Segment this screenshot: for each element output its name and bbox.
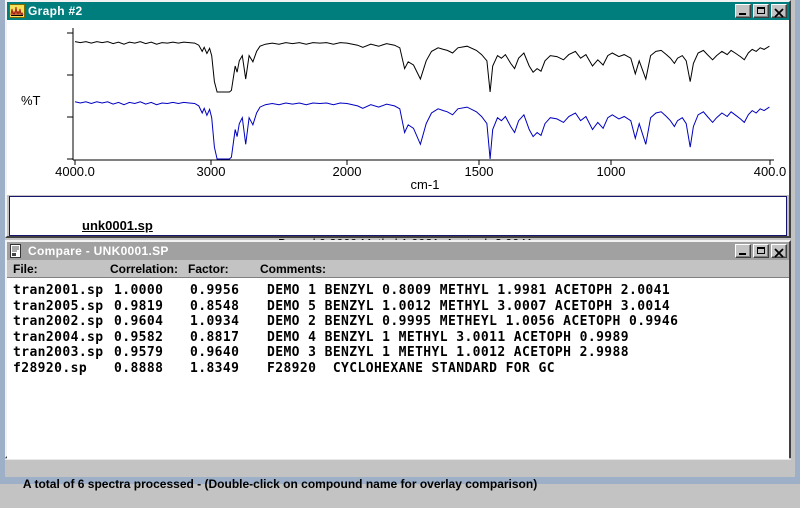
compare-row[interactable]: tran2003.sp 0.9579 0.9640 DEMO 3 BENZYL … [7,345,789,361]
compare-window-controls [735,244,787,258]
spectrum-chart-icon [9,4,25,18]
compare-row-factor: 1.0934 [190,314,239,329]
compare-row-correlation: 0.9819 [114,299,163,314]
compare-row[interactable]: tran2004.sp 0.9582 0.8817 DEMO 4 BENZYL … [7,330,789,346]
status-text: A total of 6 spectra processed - (Double… [23,477,537,491]
compare-row-correlation: 1.0000 [114,283,163,298]
graph-window-titlebar[interactable]: Graph #2 [7,2,789,20]
y-axis-label: %T [21,93,41,108]
x-tick-label: 1000 [597,164,626,179]
graph-window-title: Graph #2 [28,4,732,18]
status-bar: A total of 6 spectra processed - (Double… [5,459,791,476]
maximize-icon [757,247,765,254]
compare-close-button[interactable] [771,244,787,258]
x-tick-label: 2000 [333,164,362,179]
compare-row-factor: 1.8349 [190,361,239,376]
x-tick-label: 400.0 [754,164,787,179]
graph-window: Graph #2 [5,0,791,238]
compare-row-factor: 0.9956 [190,283,239,298]
close-icon [774,246,784,261]
compare-row[interactable]: tran2002.sp 0.9604 1.0934 DEMO 2 BENZYL … [7,314,789,330]
compare-minimize-button[interactable] [735,244,751,258]
compare-row-file[interactable]: tran2005.sp [13,299,104,314]
compare-row-correlation: 0.9579 [114,345,163,360]
maximize-icon [757,7,765,14]
column-header-file: File: [13,262,38,276]
compare-row-factor: 0.8817 [190,330,239,345]
compare-row-file[interactable]: tran2004.sp [13,330,104,345]
compare-row-comments: DEMO 1 BENZYL 0.8009 METHYL 1.9981 ACETO… [267,283,670,298]
compare-row[interactable]: f28920.sp 0.8888 1.8349 F28920 CYCLOHEXA… [7,361,789,377]
file-list-row: tran2001.sp DEMO 1 BENZYL 0.8009 METHYL … [10,216,786,235]
column-header-correlation: Correlation: [110,262,178,276]
x-tick-label: 3000 [197,164,226,179]
graph-window-controls [735,4,787,18]
compare-row-comments: DEMO 5 BENZYL 1.0012 METHYL 3.0007 ACETO… [267,299,670,314]
x-tick-label: 1500 [465,164,494,179]
minimize-icon [739,253,746,255]
compare-window-title: Compare - UNK0001.SP [28,244,732,258]
close-icon [774,6,784,21]
compare-row-comments: DEMO 2 BENZYL 0.9995 METHEYL 1.0056 ACET… [267,314,678,329]
x-axis-label: cm-1 [411,177,440,192]
compare-maximize-button[interactable] [753,244,769,258]
compare-row-file[interactable]: f28920.sp [13,361,87,376]
compare-row-correlation: 0.9604 [114,314,163,329]
spectrum-trace-tran2001 [75,102,769,159]
y-axis-ticks [67,33,73,159]
compare-row-comments: F28920 CYCLOHEXANE STANDARD FOR GC [267,361,555,376]
compare-row[interactable]: tran2005.sp 0.9819 0.8548 DEMO 5 BENZYL … [7,299,789,315]
compare-row-correlation: 0.9582 [114,330,163,345]
ir-spectra-chart: 4000.0 3000 2000 1500 1000 400.0 %T cm-1 [7,20,791,195]
document-icon [9,244,25,258]
compare-row-factor: 0.9640 [190,345,239,360]
application-frame: Graph #2 [0,0,800,484]
graph-minimize-button[interactable] [735,4,751,18]
compare-row-file[interactable]: tran2002.sp [13,314,104,329]
column-header-comments: Comments: [260,262,326,276]
minimize-icon [739,13,746,15]
x-tick-label: 4000.0 [55,164,95,179]
spectra-file-list: unk0001.sp Benzyl 0.8009 Methyl 1.9981 A… [9,196,787,236]
compare-row[interactable]: tran2001.sp 1.0000 0.9956 DEMO 1 BENZYL … [7,283,789,299]
compare-row-file[interactable]: tran2003.sp [13,345,104,360]
spectra-plot: 4000.0 3000 2000 1500 1000 400.0 %T cm-1 [7,20,789,195]
graph-maximize-button[interactable] [753,4,769,18]
compare-row-factor: 0.8548 [190,299,239,314]
compare-window: Compare - UNK0001.SP File: Correlation: … [5,240,791,458]
compare-window-titlebar[interactable]: Compare - UNK0001.SP [7,242,789,260]
graph-close-button[interactable] [771,4,787,18]
compare-row-correlation: 0.8888 [114,361,163,376]
column-header-factor: Factor: [188,262,229,276]
spectrum-trace-unk0001 [75,42,769,92]
compare-row-comments: DEMO 3 BENZYL 1 METHYL 1.0012 ACETOPH 2.… [267,345,629,360]
compare-row-file[interactable]: tran2001.sp [13,283,104,298]
compare-row-comments: DEMO 4 BENZYL 1 METHYL 3.0011 ACETOPH 0.… [267,330,629,345]
compare-table: tran2001.sp 1.0000 0.9956 DEMO 1 BENZYL … [7,277,789,462]
compare-table-header: File: Correlation: Factor: Comments: [7,260,789,277]
file-list-row: unk0001.sp Benzyl 0.8009 Methyl 1.9981 A… [10,197,786,216]
x-axis-ticks [75,160,770,165]
